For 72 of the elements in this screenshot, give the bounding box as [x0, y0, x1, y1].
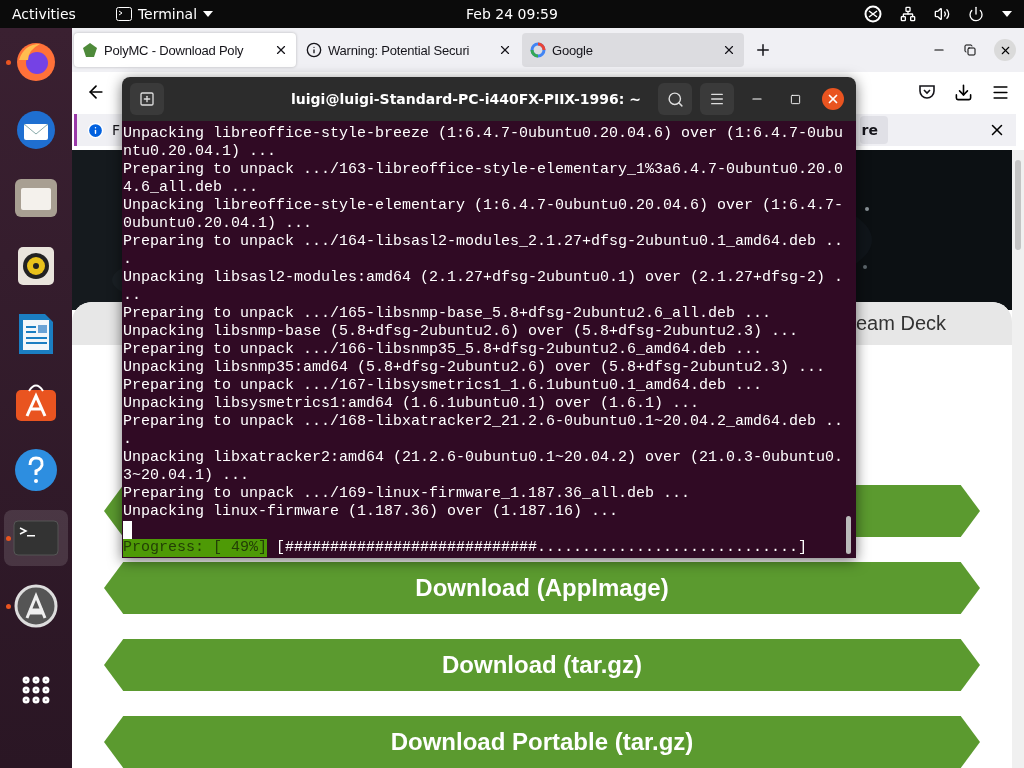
- terminal-line: Preparing to unpack .../168-libxatracker2_21.2.6-0ubuntu0.1~20.04.2_amd64.deb ..: [123, 413, 845, 431]
- terminal-line: .: [123, 431, 133, 449]
- info-icon: [306, 42, 322, 58]
- close-icon[interactable]: [722, 43, 736, 57]
- browser-tab[interactable]: Google: [522, 33, 744, 67]
- menu-icon: [709, 91, 725, 107]
- restore-icon[interactable]: [964, 44, 976, 56]
- pocket-icon: [918, 83, 936, 101]
- close-button[interactable]: [994, 39, 1016, 61]
- terminal-line: 0ubuntu0.20.04.1) ...: [123, 215, 314, 233]
- terminal-line: .: [123, 251, 133, 269]
- running-dot: [6, 60, 11, 65]
- close-button[interactable]: [822, 88, 844, 110]
- progress-label: Progress: [ 49%]: [123, 539, 268, 557]
- text-cursor: [123, 521, 132, 539]
- terminal-line: Unpacking libsysmetrics1:amd64 (1.6.1ubuntu0.1) over (1.6.1) ...: [123, 395, 701, 413]
- new-tab-button[interactable]: [754, 41, 772, 59]
- shopping-bag-icon: [14, 382, 58, 422]
- speaker-icon: [17, 246, 55, 286]
- terminal-line: Unpacking libreoffice-style-elementary (1:6.4.7-0ubuntu0.20.04.6) over (1:6.4.7-: [123, 197, 845, 215]
- terminal-line: 3~20.04.1) ...: [123, 467, 251, 485]
- close-icon: [826, 92, 840, 106]
- terminal-line: Unpacking libreoffice-style-breeze (1:6.4.7-0ubuntu0.20.04.6) over (1:6.4.7-0ubu: [123, 125, 845, 143]
- caret-icon: [1002, 11, 1012, 17]
- scrollbar[interactable]: [1012, 150, 1024, 768]
- g-logo-icon: [530, 42, 546, 58]
- search-icon: [666, 90, 684, 108]
- download-icon[interactable]: [954, 82, 973, 102]
- plus-square-icon: [139, 91, 155, 107]
- search-button[interactable]: [658, 83, 692, 115]
- terminal-line: 4.6_all.deb ...: [123, 179, 260, 197]
- terminal-line: Unpacking libsnmp-base (5.8+dfsg-2ubuntu2.6) over (5.8+dfsg-2ubuntu2.3) ...: [123, 323, 800, 341]
- caret-icon: [203, 11, 214, 17]
- info-icon: [87, 121, 104, 139]
- clock[interactable]: Feb 24 09:59: [466, 6, 558, 22]
- document-icon: [17, 312, 55, 356]
- power-icon[interactable]: [968, 6, 984, 22]
- notification-text: F: [112, 122, 121, 138]
- terminal-line: Preparing to unpack .../165-libsnmp-base_5.8+dfsg-2ubuntu2.6_all.deb ...: [123, 305, 773, 323]
- terminal-icon: [13, 520, 59, 556]
- help-icon: [14, 448, 58, 492]
- terminal-icon: [115, 7, 132, 21]
- terminal-line: Preparing to unpack .../169-linux-firmware_1.187.36_all.deb ...: [123, 485, 692, 503]
- close-icon[interactable]: [274, 43, 288, 57]
- network-icon[interactable]: [900, 6, 916, 22]
- folder-icon: [14, 178, 58, 218]
- terminal-line: Preparing to unpack .../167-libsysmetrics1_1.6.1ubuntu0.1_amd64.deb ...: [123, 377, 764, 395]
- pentagon-icon: [82, 42, 98, 58]
- progress-bar-text: [############################.............................]: [276, 539, 808, 557]
- running-dot: [6, 604, 11, 609]
- terminal-line: ntu0.20.04.1) ...: [123, 143, 278, 161]
- maximize-icon: [789, 93, 801, 105]
- browser-tab[interactable]: Warning: Potential Securi: [298, 33, 520, 67]
- activities-button[interactable]: Activities: [12, 6, 76, 22]
- window-title: luigi@luigi-Standard-PC-i440FX-PIIX-1996: ~: [290, 91, 642, 107]
- volume-icon[interactable]: [934, 6, 950, 22]
- browser-tab[interactable]: PolyMC - Download Poly: [74, 33, 296, 67]
- running-dot: [6, 536, 11, 541]
- platform-tab[interactable]: eam Deck: [855, 312, 946, 335]
- terminal-line: Unpacking libsasl2-modules:amd64 (2.1.27+dfsg-2ubuntu0.1) over (2.1.27+dfsg-2) .: [123, 269, 845, 287]
- notification-button[interactable]: re: [859, 116, 888, 144]
- terminal-line: Unpacking libxatracker2:amd64 (21.2.6-0ubuntu0.1~20.04.2) over (21.0.3-0ubuntu0.: [123, 449, 845, 467]
- terminal-line: Preparing to unpack .../164-libsasl2-modules_2.1.27+dfsg-2ubuntu0.1_amd64.deb ..: [123, 233, 845, 251]
- app-menu[interactable]: Terminal: [115, 6, 214, 22]
- terminal-line: Unpacking libsnmp35:amd64 (5.8+dfsg-2ubuntu2.6) over (5.8+dfsg-2ubuntu2.3) ...: [123, 359, 827, 377]
- menu-button[interactable]: [700, 83, 734, 115]
- terminal-line: Unpacking linux-firmware (1.187.36) over (1.187.16) ...: [123, 503, 620, 521]
- close-icon[interactable]: [498, 43, 512, 57]
- new-tab-button[interactable]: [130, 83, 164, 115]
- terminal-line: Preparing to unpack .../166-libsnmp35_5.8+dfsg-2ubuntu2.6_amd64.deb ...: [123, 341, 764, 359]
- terminal-line: Preparing to unpack .../163-libreoffice-style-elementary_1%3a6.4.7-0ubuntu0.20.0: [123, 161, 845, 179]
- terminal-line: ..: [123, 287, 142, 305]
